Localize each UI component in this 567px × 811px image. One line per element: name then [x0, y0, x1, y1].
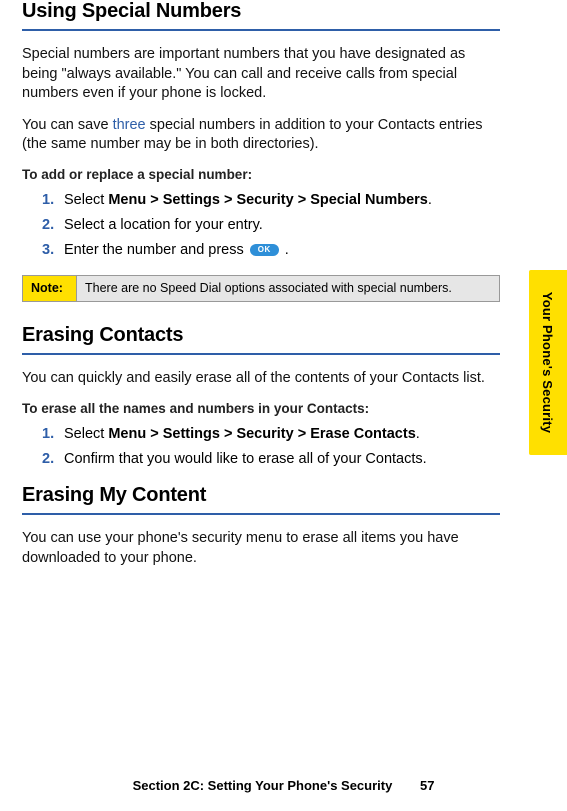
menu-path: Menu > Settings > Security > Erase Conta…	[108, 426, 415, 442]
note-label: Note:	[23, 275, 77, 302]
heading-erasing-contacts: Erasing Contacts	[22, 324, 500, 347]
subheading: To erase all the names and numbers in yo…	[22, 401, 500, 416]
page-footer: Section 2C: Setting Your Phone's Securit…	[0, 778, 567, 793]
step-number: 2.	[42, 215, 64, 236]
heading-erasing-my-content: Erasing My Content	[22, 484, 500, 507]
ok-button-icon: OK	[250, 244, 279, 256]
steps-list: 1. Select Menu > Settings > Security > E…	[42, 424, 500, 470]
text: .	[281, 242, 289, 258]
step-number: 1.	[42, 190, 64, 211]
paragraph: You can quickly and easily erase all of …	[22, 369, 500, 389]
side-tab: Your Phone's Security	[529, 270, 567, 455]
step-text: Select a location for your entry.	[64, 215, 500, 236]
heading-special-numbers: Using Special Numbers	[22, 0, 500, 23]
steps-list: 1. Select Menu > Settings > Security > S…	[42, 190, 500, 261]
page-number: 57	[420, 778, 434, 793]
step-number: 2.	[42, 449, 64, 470]
note-text: There are no Speed Dial options associat…	[77, 275, 500, 302]
paragraph: Special numbers are important numbers th…	[22, 45, 500, 104]
step-text: Select Menu > Settings > Security > Eras…	[64, 424, 500, 445]
highlight-three: three	[113, 117, 146, 133]
menu-path: Menu > Settings > Security > Special Num…	[108, 192, 428, 208]
note-box: Note: There are no Speed Dial options as…	[22, 275, 500, 303]
page-content: Using Special Numbers Special numbers ar…	[22, 0, 500, 568]
text: You can save	[22, 117, 113, 133]
step-number: 1.	[42, 424, 64, 445]
paragraph: You can use your phone's security menu t…	[22, 529, 500, 568]
text: .	[416, 426, 420, 442]
rule	[22, 353, 500, 355]
step-item: 2. Select a location for your entry.	[42, 215, 500, 236]
rule	[22, 513, 500, 515]
step-text: Select Menu > Settings > Security > Spec…	[64, 190, 500, 211]
step-text: Enter the number and press OK .	[64, 240, 500, 261]
subheading: To add or replace a special number:	[22, 167, 500, 182]
step-item: 1. Select Menu > Settings > Security > E…	[42, 424, 500, 445]
rule	[22, 29, 500, 31]
step-item: 2. Confirm that you would like to erase …	[42, 449, 500, 470]
step-text: Confirm that you would like to erase all…	[64, 449, 500, 470]
text: .	[428, 192, 432, 208]
text: Select	[64, 426, 108, 442]
text: Select	[64, 192, 108, 208]
paragraph: You can save three special numbers in ad…	[22, 116, 500, 155]
text: Enter the number and press	[64, 242, 248, 258]
footer-section: Section 2C: Setting Your Phone's Securit…	[133, 778, 393, 793]
step-item: 1. Select Menu > Settings > Security > S…	[42, 190, 500, 211]
side-tab-label: Your Phone's Security	[541, 292, 556, 433]
step-item: 3. Enter the number and press OK .	[42, 240, 500, 261]
step-number: 3.	[42, 240, 64, 261]
